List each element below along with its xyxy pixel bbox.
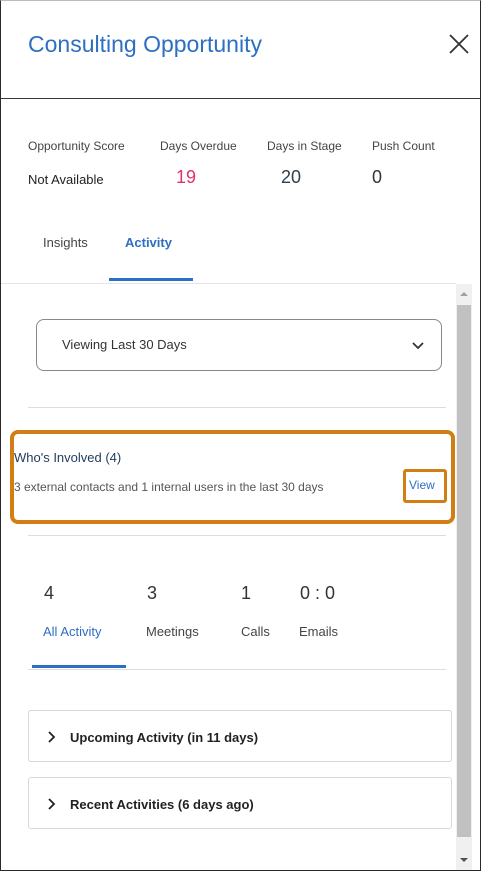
view-link[interactable]: View <box>409 478 435 492</box>
metric-label: Days Overdue <box>160 139 237 153</box>
vertical-scrollbar[interactable] <box>456 284 472 870</box>
chevron-down-icon <box>412 342 424 350</box>
metric-label: Opportunity Score <box>28 139 125 153</box>
calls-count: 1 <box>241 583 252 603</box>
tab-emails[interactable]: Emails <box>299 624 338 639</box>
metrics-row: Opportunity Score Not Available Days Ove… <box>28 139 468 199</box>
metric-label: Days in Stage <box>267 139 342 153</box>
metric-value: 0 <box>372 167 383 187</box>
divider <box>28 407 446 408</box>
dropdown-selected-value: Viewing Last 30 Days <box>62 337 187 352</box>
date-range-dropdown[interactable]: Viewing Last 30 Days <box>36 319 442 371</box>
divider <box>1 283 456 284</box>
recent-activities-section[interactable]: Recent Activities (6 days ago) <box>28 777 452 829</box>
divider <box>28 669 446 670</box>
scroll-up-arrow-icon[interactable] <box>459 289 469 299</box>
opportunity-panel: Consulting Opportunity Opportunity Score… <box>0 0 481 871</box>
whos-involved-highlight <box>10 430 455 524</box>
close-icon[interactable] <box>447 32 471 56</box>
tab-all-activity[interactable]: All Activity <box>43 624 102 639</box>
metric-push-count: Push Count 0 <box>372 139 435 188</box>
panel-title: Consulting Opportunity <box>28 31 262 57</box>
metric-days-overdue: Days Overdue 19 <box>160 139 237 188</box>
section-label: Upcoming Activity (in 11 days) <box>70 730 259 745</box>
whos-involved-title: Who's Involved (4) <box>14 450 122 465</box>
tab-calls[interactable]: Calls <box>241 624 270 639</box>
tab-activity[interactable]: Activity <box>125 235 172 250</box>
section-label: Recent Activities (6 days ago) <box>70 797 254 812</box>
scroll-down-arrow-icon[interactable] <box>459 855 469 865</box>
meetings-count: 3 <box>147 583 158 603</box>
divider <box>28 535 446 536</box>
all-activity-count: 4 <box>44 583 55 603</box>
upcoming-activity-section[interactable]: Upcoming Activity (in 11 days) <box>28 710 452 762</box>
metric-label: Push Count <box>372 139 435 153</box>
metric-value: Not Available <box>28 172 104 187</box>
whos-involved-description: 3 external contacts and 1 internal users… <box>14 480 324 494</box>
tab-insights[interactable]: Insights <box>43 235 88 250</box>
chevron-right-icon <box>48 798 56 810</box>
tab-meetings[interactable]: Meetings <box>146 624 199 639</box>
active-activity-indicator <box>32 665 126 668</box>
metric-opportunity-score: Opportunity Score Not Available <box>28 139 125 187</box>
chevron-right-icon <box>48 731 56 743</box>
tab-bar: Insights Activity <box>1 223 480 283</box>
scrollbar-thumb[interactable] <box>457 305 471 837</box>
metric-days-in-stage: Days in Stage 20 <box>267 139 342 188</box>
metric-value: 20 <box>281 167 302 187</box>
metric-value: 19 <box>176 167 197 187</box>
active-tab-indicator <box>109 278 193 281</box>
panel-header: Consulting Opportunity <box>1 1 480 99</box>
emails-count: 0 : 0 <box>300 583 336 603</box>
